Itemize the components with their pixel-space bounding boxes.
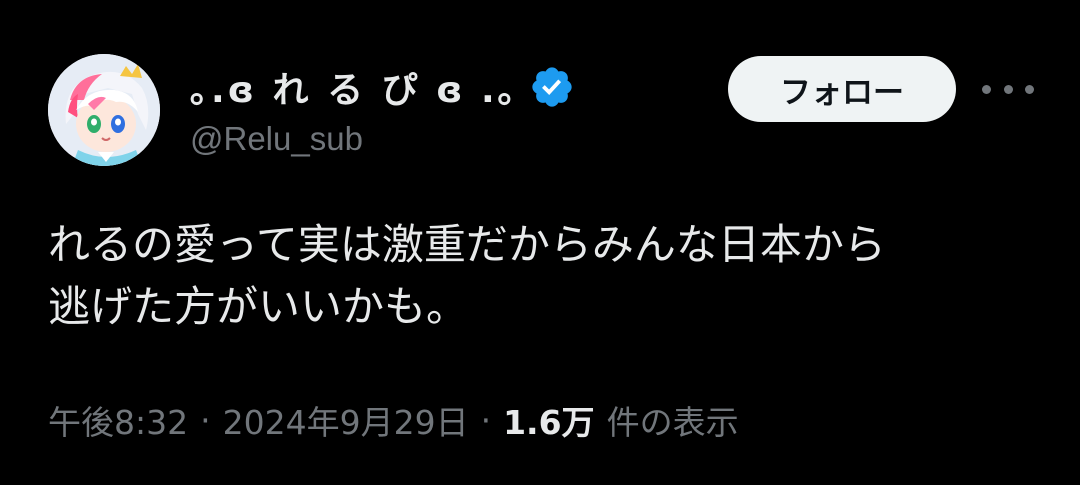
author-display-name[interactable]: ｡.ɞ れ る ぴ ɞ .｡ bbox=[190, 61, 519, 113]
tweet-time[interactable]: 午後8:32 bbox=[48, 396, 188, 444]
more-options-button[interactable] bbox=[982, 74, 1034, 104]
views-count[interactable]: 1.6万 bbox=[503, 396, 594, 444]
views-label: 件の表示 bbox=[606, 403, 739, 442]
user-avatar[interactable] bbox=[48, 54, 160, 166]
meta-separator: · bbox=[480, 400, 492, 440]
verified-badge-icon bbox=[529, 64, 575, 110]
anime-character-avatar-icon bbox=[48, 54, 160, 166]
tweet-card: ｡.ɞ れ る ぴ ɞ .｡ @Relu_sub フォロー れるの愛って実は激重… bbox=[0, 0, 1080, 485]
more-dots-icon bbox=[1003, 84, 1013, 94]
more-dots-icon bbox=[982, 84, 991, 94]
follow-button[interactable]: フォロー bbox=[728, 56, 956, 122]
meta-separator: · bbox=[200, 400, 211, 440]
author-name-row: ｡.ɞ れ る ぴ ɞ .｡ bbox=[190, 62, 575, 112]
tweet-text: れるの愛って実は激重だからみんな日本から 逃げた方がいいかも。 bbox=[48, 220, 886, 331]
tweet-date[interactable]: 2024年9月29日 bbox=[223, 396, 469, 444]
more-dots-icon bbox=[1025, 84, 1034, 94]
author-handle[interactable]: @Relu_sub bbox=[190, 120, 363, 158]
tweet-metadata: 午後8:32 · 2024年9月29日 · 1.6万 件の表示 bbox=[48, 393, 739, 447]
